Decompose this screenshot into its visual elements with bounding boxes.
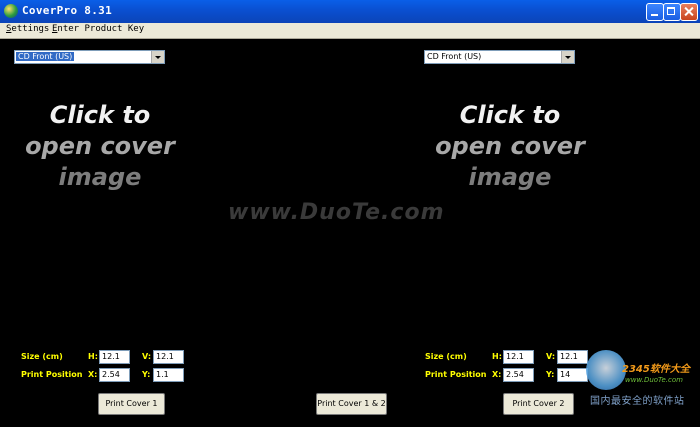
print-cover-both-button[interactable]: Print Cover 1 & 2 [316,393,387,415]
left-size-label: Size (cm) [21,352,63,361]
corner-brand-text: 2345软件大全 [622,364,690,375]
right-cover-type-select[interactable]: CD Front (US) [424,50,575,64]
site-logo-icon [586,350,626,390]
left-y-label: Y: [142,370,151,379]
left-placeholder-line1: Click to [49,101,151,129]
app-icon [4,4,18,18]
print-cover-1-button[interactable]: Print Cover 1 [98,393,165,415]
watermark-text: www.DuoTe.com [228,200,445,225]
right-cover-type-value: CD Front (US) [427,52,482,61]
chevron-down-icon[interactable] [561,51,574,63]
right-vertical-field[interactable]: 12.1 [557,350,588,364]
left-print-position-label: Print Position [21,370,83,379]
close-button[interactable] [680,3,698,21]
left-x-field[interactable]: 2.54 [99,368,130,382]
minimize-button[interactable] [646,3,664,21]
right-x-label: X: [492,370,502,379]
right-y-label: Y: [546,370,555,379]
left-cover-type-select[interactable]: CD Front (US) [14,50,165,64]
title-bar[interactable]: CoverPro 8.31 [0,0,700,23]
left-cover-type-value: CD Front (US) [16,52,75,61]
right-v-label: V: [546,352,556,361]
left-x-label: X: [88,370,98,379]
left-height-field[interactable]: 12.1 [99,350,130,364]
left-h-label: H: [88,352,98,361]
chevron-down-icon[interactable] [151,51,164,63]
left-placeholder-line3: image [58,163,142,191]
right-x-field[interactable]: 2.54 [503,368,534,382]
menu-enter-product-key[interactable]: Enter Product Key [52,24,144,34]
left-y-field[interactable]: 1.1 [153,368,184,382]
right-height-field[interactable]: 12.1 [503,350,534,364]
corner-url-text: www.DuoTe.com [625,376,683,384]
print-cover-2-button[interactable]: Print Cover 2 [503,393,574,415]
right-print-position-label: Print Position [425,370,487,379]
left-placeholder-line2: open cover [25,132,175,160]
window-title: CoverPro 8.31 [22,4,112,17]
corner-tagline-text: 国内最安全的软件站 [590,396,685,407]
menu-bar: Settings Enter Product Key [0,23,700,39]
left-cover-image-area[interactable]: Click to open cover image [5,100,195,200]
right-placeholder-line3: image [468,163,552,191]
right-size-label: Size (cm) [425,352,467,361]
right-h-label: H: [492,352,502,361]
right-placeholder-line1: Click to [459,101,561,129]
menu-settings[interactable]: Settings [6,24,49,34]
right-y-field[interactable]: 14 [557,368,588,382]
left-vertical-field[interactable]: 12.1 [153,350,184,364]
right-cover-image-area[interactable]: Click to open cover image [415,100,605,200]
maximize-button[interactable] [663,3,681,21]
left-v-label: V: [142,352,152,361]
right-placeholder-line2: open cover [435,132,585,160]
